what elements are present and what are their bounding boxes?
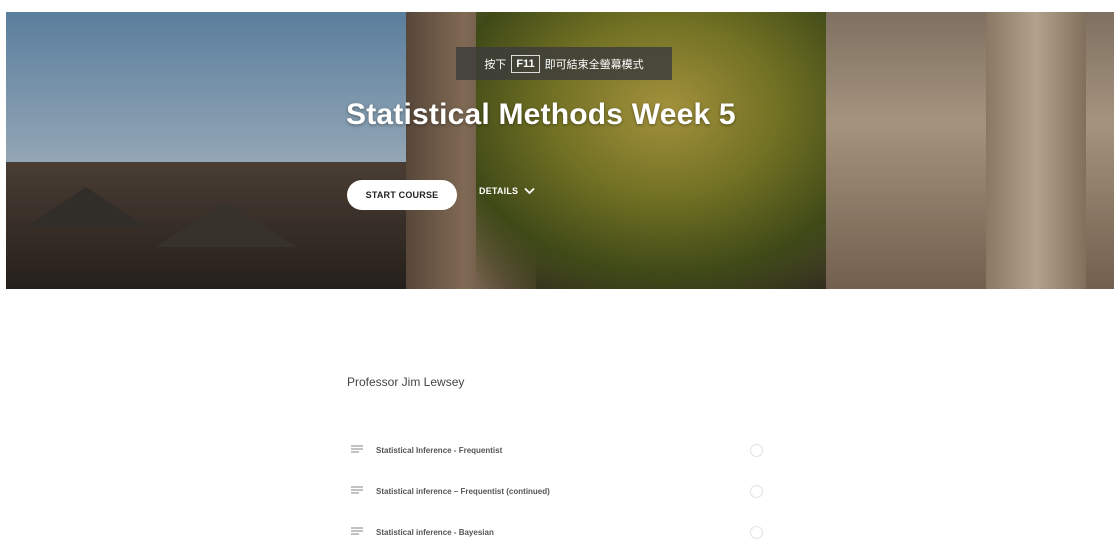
lesson-item[interactable]: Statistical inference - Bayesian <box>351 523 766 541</box>
f11-key: F11 <box>511 54 540 73</box>
notice-prefix: 按下 <box>484 58 507 71</box>
course-title: Statistical Methods Week 5 <box>346 98 736 131</box>
notice-suffix: 即可結束全螢幕模式 <box>544 58 644 71</box>
lesson-label: Statistical Inference - Frequentist <box>376 445 503 455</box>
start-course-button[interactable]: START COURSE <box>347 180 457 210</box>
fullscreen-exit-notice: 按下 F11 即可結束全螢幕模式 <box>456 47 672 80</box>
lesson-item[interactable]: Statistical Inference - Frequentist <box>351 441 766 459</box>
text-lines-icon <box>351 527 363 535</box>
lesson-status-circle <box>750 484 763 498</box>
text-lines-icon <box>351 445 363 453</box>
chevron-down-icon <box>524 187 535 195</box>
lesson-label: Statistical inference – Frequentist (con… <box>376 486 550 496</box>
details-label: DETAILS <box>479 186 519 196</box>
lesson-status-circle <box>750 443 763 457</box>
details-toggle[interactable]: DETAILS <box>479 186 535 196</box>
lesson-label: Statistical inference - Bayesian <box>376 527 494 537</box>
lesson-status-circle <box>750 525 763 539</box>
text-lines-icon <box>351 486 363 494</box>
course-author: Professor Jim Lewsey <box>347 375 465 389</box>
lesson-item[interactable]: Statistical inference – Frequentist (con… <box>351 482 766 500</box>
